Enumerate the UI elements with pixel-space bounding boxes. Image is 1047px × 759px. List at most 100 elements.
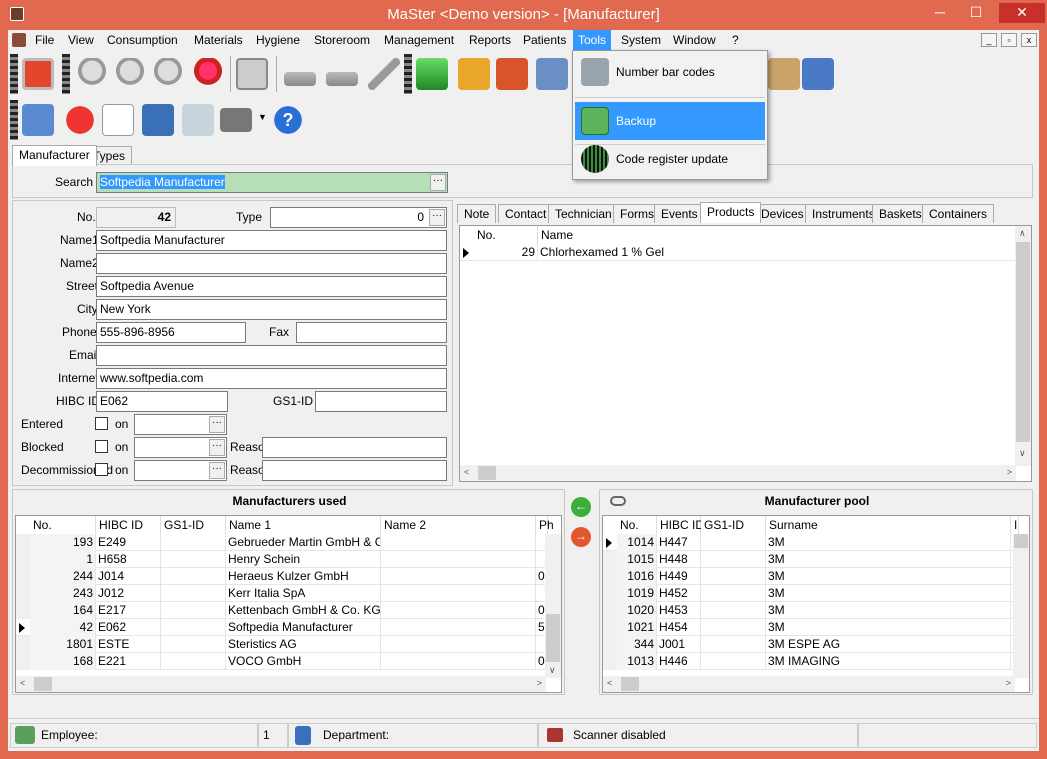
scroll-left-icon[interactable]: < (464, 467, 469, 477)
scroll-thumb[interactable] (1014, 534, 1028, 548)
menu-window[interactable]: Window (668, 30, 721, 50)
doc-icon[interactable] (12, 33, 26, 47)
mdi-restore-button[interactable]: ▫ (1001, 33, 1017, 47)
menu-file[interactable]: File (30, 30, 59, 50)
entered-date-field[interactable]: ··· (134, 414, 227, 435)
toolbar-grip[interactable] (404, 54, 412, 94)
printer-dropdown-icon[interactable]: ▼ (258, 112, 267, 122)
hibc-field[interactable]: E062 (96, 391, 228, 412)
menu-item-backup[interactable]: Backup (575, 102, 765, 140)
menu-help[interactable]: ? (727, 30, 744, 50)
mu-header-name2[interactable]: Name 2 (381, 516, 536, 534)
table-row[interactable]: 1801 ESTE Steristics AG (16, 636, 548, 653)
tray-icon[interactable] (326, 72, 358, 86)
scroll-down-icon[interactable]: ∨ (549, 665, 556, 676)
tab-products[interactable]: Products (700, 202, 762, 223)
products-vertical-scrollbar[interactable]: ∧ ∨ (1015, 226, 1031, 466)
clipboard-icon[interactable] (236, 58, 268, 90)
toolbar-grip[interactable] (10, 100, 18, 140)
tab-note[interactable]: Note (457, 204, 497, 223)
maximize-button[interactable]: ☐ (961, 3, 991, 23)
search-lookup-button[interactable]: ··· (430, 174, 446, 191)
scroll-left-icon[interactable]: < (607, 678, 612, 688)
fax-field[interactable] (296, 322, 447, 343)
table-row[interactable]: 193E249 Gebrueder Martin GmbH & Co. K (16, 534, 548, 551)
scroll-thumb[interactable] (34, 677, 52, 691)
table-row[interactable]: 243 J012 Kerr Italia SpA (16, 585, 548, 602)
mp-header-hibc[interactable]: HIBC ID (657, 516, 704, 534)
mp-header-gs1[interactable]: GS1-ID (701, 516, 766, 534)
mu-header-gs1[interactable]: GS1-ID (161, 516, 226, 534)
menu-item-code-register-update[interactable]: Code register update (575, 140, 765, 178)
table-row[interactable]: 29 Chlorhexamed 1 % Gel (460, 244, 1016, 261)
scroll-right-icon[interactable]: > (1007, 467, 1012, 477)
menu-system[interactable]: System (616, 30, 666, 50)
city-field[interactable]: New York (96, 299, 447, 320)
decommissioned-date-button[interactable]: ··· (209, 462, 225, 479)
entered-checkbox[interactable] (95, 417, 108, 430)
menu-materials[interactable]: Materials (189, 30, 248, 50)
mu-header-phone[interactable]: Ph (536, 516, 554, 534)
table-row[interactable]: 1014 H447 3M (603, 534, 1019, 551)
tab-technician[interactable]: Technician (548, 204, 619, 223)
decommissioned-date-field[interactable]: ··· (134, 460, 227, 481)
table-row[interactable]: 1019 H452 3M (603, 585, 1019, 602)
mdi-close-button[interactable]: x (1021, 33, 1037, 47)
street-field[interactable]: Softpedia Avenue (96, 276, 447, 297)
gs1-field[interactable] (315, 391, 447, 412)
table-row[interactable]: 1 H658 Henry Schein (16, 551, 548, 568)
mdi-minimize-button[interactable]: _ (981, 33, 997, 47)
table-row[interactable]: 164E217Kettenbach GmbH & Co. KG02 (16, 602, 548, 619)
tab-instruments[interactable]: Instruments (805, 204, 882, 223)
type-lookup-button[interactable]: ··· (429, 209, 445, 226)
tab-baskets[interactable]: Baskets (872, 204, 929, 223)
rosette-icon[interactable] (114, 58, 146, 90)
mp-horizontal-scrollbar[interactable]: < > (603, 676, 1015, 692)
instruments-icon[interactable] (368, 58, 400, 90)
money-icon[interactable] (416, 58, 448, 90)
table-row[interactable]: 1020 H453 3M (603, 602, 1019, 619)
mu-header-no[interactable]: No. (30, 516, 96, 534)
menu-storeroom[interactable]: Storeroom (309, 30, 375, 50)
move-left-icon[interactable]: ← (571, 497, 591, 517)
blocked-date-button[interactable]: ··· (209, 439, 225, 456)
table-row[interactable]: 42E062Softpedia Manufacturer55 (16, 619, 548, 636)
type-field[interactable]: 0 ··· (270, 207, 447, 228)
menu-hygiene[interactable]: Hygiene (251, 30, 305, 50)
mp-header-extra[interactable]: I (1011, 516, 1019, 534)
users-icon[interactable] (768, 58, 800, 90)
table-row[interactable]: 168E221VOCO GmbH04 (16, 653, 548, 670)
tab-contact[interactable]: Contact (498, 204, 554, 223)
tab-events[interactable]: Events (654, 204, 705, 223)
save-icon[interactable] (142, 104, 174, 136)
rosette-icon[interactable] (152, 58, 184, 90)
toolbar-grip[interactable] (62, 54, 70, 94)
scroll-thumb[interactable] (546, 614, 560, 662)
phone-field[interactable]: 555-896-8956 (96, 322, 246, 343)
mp-vertical-scrollbar[interactable] (1013, 534, 1029, 678)
recycle-bin-icon[interactable] (182, 104, 214, 136)
scroll-right-icon[interactable]: > (537, 678, 542, 688)
table-row[interactable]: 1021 H454 3M (603, 619, 1019, 636)
mu-header-name1[interactable]: Name 1 (226, 516, 381, 534)
tab-devices[interactable]: Devices (754, 204, 811, 223)
mp-header-no[interactable]: No. (617, 516, 657, 534)
award-icon[interactable] (192, 58, 224, 90)
help-icon[interactable]: ? (272, 104, 304, 136)
search-input[interactable]: Softpedia Manufacturer ··· (96, 172, 448, 193)
table-row[interactable]: 344J0013M ESPE AGv (603, 636, 1019, 653)
decommissioned-reason-field[interactable] (262, 460, 447, 481)
box-icon[interactable] (458, 58, 490, 90)
scroll-thumb[interactable] (1016, 242, 1030, 442)
entered-date-button[interactable]: ··· (209, 416, 225, 433)
internet-field[interactable]: www.softpedia.com (96, 368, 447, 389)
scroll-right-icon[interactable]: > (1006, 678, 1011, 688)
rosette-icon[interactable] (76, 58, 108, 90)
scroll-down-icon[interactable]: ∨ (1019, 448, 1026, 459)
products-header-no[interactable]: No. (474, 226, 538, 244)
menu-tools[interactable]: Tools (573, 30, 612, 50)
blocked-reason-field[interactable] (262, 437, 447, 458)
toolbar-grip[interactable] (10, 54, 18, 94)
tab-containers[interactable]: Containers (922, 204, 995, 223)
user-info-icon[interactable] (802, 58, 834, 90)
